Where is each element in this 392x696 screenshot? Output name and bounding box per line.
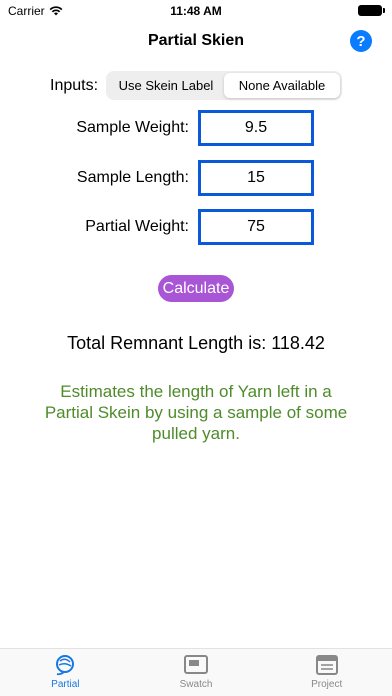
calculate-button[interactable]: Calculate <box>158 275 234 302</box>
sample-length-label: Sample Length: <box>76 169 189 186</box>
tab-swatch[interactable]: Swatch <box>131 649 262 696</box>
sample-weight-row: Sample Weight: <box>0 110 392 146</box>
page-title: Partial Skien <box>147 32 245 49</box>
input-mode-segmented-control[interactable]: Use Skein Label None Available <box>106 71 342 100</box>
swatch-icon <box>184 655 208 674</box>
tab-swatch-label: Swatch <box>179 679 213 690</box>
sample-length-row: Sample Length: <box>0 160 392 196</box>
tab-project-label: Project <box>311 679 343 690</box>
description-text: Estimates the length of Yarn left in a P… <box>44 382 348 443</box>
partial-weight-label: Partial Weight: <box>85 218 189 235</box>
tab-partial[interactable]: Partial <box>0 649 131 696</box>
status-bar: Carrier 11:48 AM <box>0 0 392 22</box>
partial-weight-row: Partial Weight: <box>0 209 392 245</box>
sample-length-field[interactable] <box>198 160 314 196</box>
result-text: Total Remnant Length is: 118.42 <box>67 333 325 353</box>
inputs-label: Inputs: <box>50 77 99 94</box>
segment-use-skein-label[interactable]: Use Skein Label <box>108 73 224 98</box>
help-button[interactable]: ? <box>350 30 372 52</box>
status-time: 11:48 AM <box>170 4 222 18</box>
partial-weight-field[interactable] <box>198 209 314 245</box>
sample-weight-label: Sample Weight: <box>76 119 189 136</box>
tab-bar: Partial Swatch Project <box>0 648 392 696</box>
tab-partial-label: Partial <box>51 679 80 690</box>
sample-weight-field[interactable] <box>198 110 314 146</box>
yarn-icon <box>56 655 75 676</box>
tab-project[interactable]: Project <box>261 649 392 696</box>
segment-none-available[interactable]: None Available <box>224 73 340 98</box>
project-icon <box>315 655 338 675</box>
battery-icon <box>358 5 385 16</box>
